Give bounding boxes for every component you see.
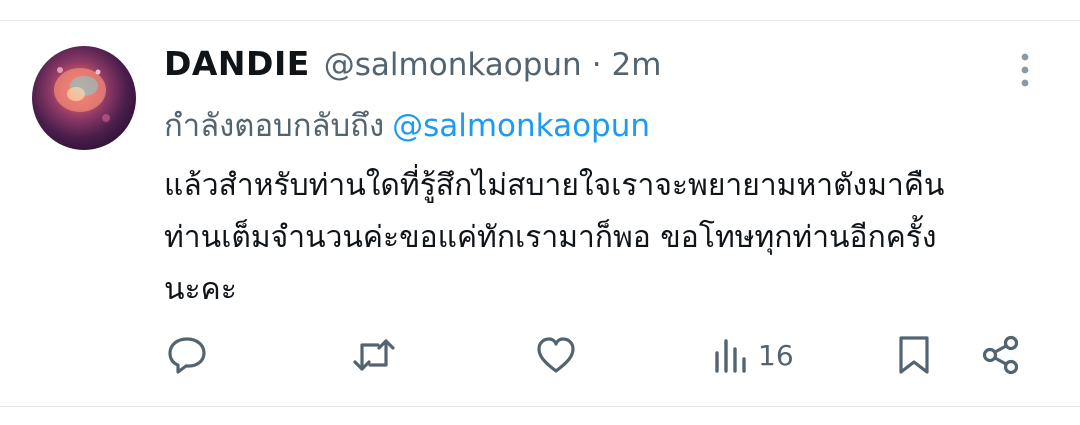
avatar-image (54, 67, 110, 122)
reply-context: กำลังตอบกลับถึง @salmonkaopun (164, 100, 650, 150)
share-icon (982, 335, 1019, 375)
top-divider (0, 20, 1080, 21)
views-bar-icon (715, 339, 746, 373)
views-count: 16 (758, 338, 794, 372)
retweet-button[interactable] (352, 330, 396, 380)
tweet-text: แล้วสำหรับท่านใดที่รู้สึกไม่สบายใจเราจะพ… (164, 160, 1044, 316)
reply-icon (168, 337, 206, 374)
more-options-button[interactable] (1010, 50, 1040, 90)
tweet-header: DANDIE @salmonkaopun · 2m (164, 44, 661, 90)
display-name[interactable]: DANDIE (164, 44, 310, 83)
tweet-text-line: แล้วสำหรับท่านใดที่รู้สึกไม่สบายใจเราจะพ… (164, 168, 945, 203)
like-button[interactable] (535, 330, 577, 380)
bookmark-button[interactable] (896, 330, 932, 380)
reply-context-prefix: กำลังตอบกลับถึง (164, 108, 385, 144)
tweet-text-line: ท่านเต็มจำนวนค่ะขอแค่ทักเรามาก็พอ ขอโทษท… (164, 220, 937, 255)
heart-icon (537, 337, 575, 373)
retweet-icon (353, 339, 395, 371)
tweet-text-line: นะคะ (164, 272, 237, 307)
action-bar: 16 (0, 330, 1080, 380)
bottom-divider (0, 406, 1080, 407)
bookmark-icon (899, 336, 929, 374)
more-vertical-icon (1021, 53, 1029, 87)
reply-button[interactable] (166, 330, 208, 380)
avatar[interactable] (32, 46, 136, 150)
author-handle[interactable]: @salmonkaopun (324, 47, 582, 83)
header-separator: · (591, 47, 602, 83)
reply-mention-link[interactable]: @salmonkaopun (392, 108, 650, 144)
timestamp[interactable]: 2m (612, 47, 662, 83)
share-button[interactable] (980, 330, 1022, 380)
views-button[interactable]: 16 (712, 330, 794, 380)
